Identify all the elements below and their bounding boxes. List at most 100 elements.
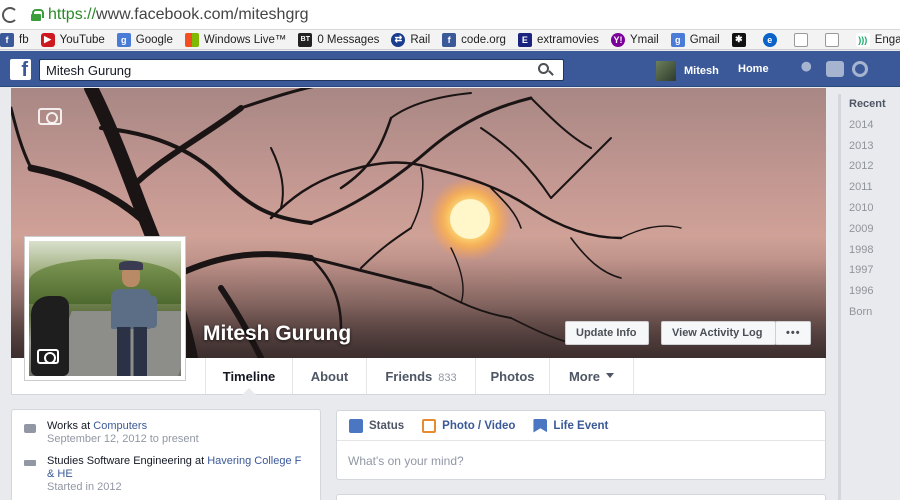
nav-notification-icons — [800, 61, 868, 77]
bookmark-youtube[interactable]: ▶ YouTube — [40, 32, 105, 47]
friends-count: 833 — [438, 372, 457, 384]
graduation-cap-icon — [24, 460, 36, 466]
bookmark-label: Gmail — [689, 33, 720, 46]
home-link[interactable]: Home — [738, 63, 769, 75]
composer-tabs: Status Photo / Video Life Event — [337, 411, 825, 441]
facebook-top-bar: f Mitesh Home — [0, 51, 900, 87]
bookmark-label: Ymail — [629, 33, 659, 46]
education-entry: Studies Software Engineering at Havering… — [24, 455, 308, 494]
star-icon: ✱ — [731, 32, 746, 47]
briefcase-icon — [24, 424, 36, 433]
bookmark-label: Google — [135, 33, 173, 46]
tab-photos[interactable]: Photos — [476, 358, 550, 394]
profile-nav-link[interactable]: Mitesh — [656, 61, 719, 81]
bookmark-engadget[interactable]: ))) Engadget — [855, 32, 900, 47]
bookmark-label: Windows Live™ — [203, 33, 287, 46]
bookmark-extramovies[interactable]: Eextramovies — [517, 32, 599, 47]
bookmark-doc-2[interactable] — [824, 32, 844, 47]
youtube-icon: ▶ — [40, 32, 55, 47]
rss-icon: ))) — [855, 32, 870, 47]
chevron-down-icon — [606, 373, 615, 382]
messages-icon[interactable] — [826, 61, 844, 77]
reload-icon[interactable] — [2, 6, 18, 23]
bookmark-windows-live[interactable]: Windows Live™ — [184, 32, 287, 47]
work-date: September 12, 2012 to present — [47, 433, 199, 445]
year-item[interactable]: 2010 — [841, 198, 900, 219]
url-scheme: https:// — [48, 5, 97, 23]
browser-address-bar: https://www.facebook.com/miteshgrg — [0, 0, 900, 30]
camera-icon[interactable] — [37, 349, 59, 364]
bookmark-label: YouTube — [59, 33, 105, 46]
update-info-button[interactable]: Update Info — [565, 321, 649, 345]
facebook-icon: f — [442, 32, 457, 47]
flag-icon — [533, 418, 548, 433]
tab-about[interactable]: About — [293, 358, 367, 394]
view-activity-log-button[interactable]: View Activity Log — [661, 321, 776, 345]
e-icon: E — [517, 32, 532, 47]
friend-requests-icon[interactable] — [800, 61, 818, 77]
composer-life-event-tab[interactable]: Life Event — [533, 418, 608, 433]
bookmark-label: extramovies — [536, 33, 599, 46]
status-input[interactable]: What's on your mind? — [337, 441, 825, 481]
bookmark-edge[interactable]: e — [762, 32, 782, 47]
feed-card — [336, 494, 826, 500]
year-item[interactable]: 2012 — [841, 156, 900, 177]
bookmark-label: code.org — [461, 33, 506, 46]
profile-name[interactable]: Mitesh Gurung — [203, 322, 351, 346]
bookmark-rail[interactable]: ⇄ Rail — [391, 32, 431, 47]
bookmarks-bar: f fb ▶ YouTube g Google Windows Live™ BT 0 M… — [0, 30, 900, 50]
bt-icon: BT — [298, 32, 313, 47]
tab-more[interactable]: More — [550, 358, 634, 394]
bookmark-doc-1[interactable] — [793, 32, 813, 47]
nav-user-name: Mitesh — [684, 65, 719, 77]
search-icon[interactable] — [538, 63, 549, 74]
year-item[interactable]: 1998 — [841, 240, 900, 261]
bookmark-google[interactable]: g Google — [116, 32, 173, 47]
bookmark-bt-messages[interactable]: BT 0 Messages — [298, 32, 380, 47]
bookmark-fb[interactable]: f fb — [0, 32, 29, 47]
composer-photo-video-tab[interactable]: Photo / Video — [422, 418, 515, 433]
yahoo-icon: Y! — [610, 32, 625, 47]
work-prefix: Works at — [47, 420, 94, 432]
post-composer: Status Photo / Video Life Event What's o… — [336, 410, 826, 480]
photo-person-arm — [147, 296, 157, 328]
bookmark-label: Rail — [410, 33, 431, 46]
bookmark-star[interactable]: ✱ — [731, 32, 751, 47]
year-item[interactable]: 2014 — [841, 115, 900, 136]
tab-timeline[interactable]: Timeline — [205, 358, 293, 395]
more-options-button[interactable]: ••• — [775, 321, 811, 345]
notifications-globe-icon[interactable] — [852, 61, 868, 77]
document-icon — [824, 32, 839, 47]
composer-status-label: Status — [369, 419, 405, 432]
google-icon: g — [670, 32, 685, 47]
facebook-logo-icon[interactable]: f — [10, 59, 31, 80]
year-item[interactable]: 2009 — [841, 219, 900, 240]
lock-icon — [30, 8, 44, 21]
search-box[interactable] — [39, 59, 564, 81]
year-item[interactable]: 2011 — [841, 177, 900, 198]
year-item[interactable]: 1997 — [841, 260, 900, 281]
tab-friends[interactable]: Friends 833 — [367, 358, 476, 394]
year-item[interactable]: 1996 — [841, 281, 900, 302]
year-item[interactable]: Recent — [841, 94, 900, 115]
composer-status-tab[interactable]: Status — [349, 418, 405, 433]
profile-picture[interactable] — [24, 236, 186, 381]
url-field[interactable]: https://www.facebook.com/miteshgrg — [48, 6, 309, 24]
camera-icon[interactable] — [38, 108, 62, 125]
photo-person-hat — [119, 261, 143, 270]
work-link[interactable]: Computers — [93, 420, 147, 432]
tab-friends-label: Friends — [385, 369, 433, 384]
bookmark-label: 0 Messages — [317, 33, 380, 46]
year-item[interactable]: 2013 — [841, 136, 900, 157]
timeline-year-nav: Recent 2014 2013 2012 2011 2010 2009 199… — [838, 94, 900, 500]
rail-icon: ⇄ — [391, 32, 406, 47]
work-entry: Works at Computers September 12, 2012 to… — [24, 420, 308, 446]
photo-motorbike — [31, 296, 69, 376]
photo-icon — [422, 418, 437, 433]
year-item[interactable]: Born — [841, 302, 900, 323]
bookmark-label: Engadget — [874, 33, 900, 46]
search-input[interactable] — [40, 60, 530, 80]
bookmark-code-org[interactable]: f code.org — [442, 32, 506, 47]
bookmark-gmail[interactable]: g Gmail — [670, 32, 720, 47]
bookmark-ymail[interactable]: Y! Ymail — [610, 32, 659, 47]
